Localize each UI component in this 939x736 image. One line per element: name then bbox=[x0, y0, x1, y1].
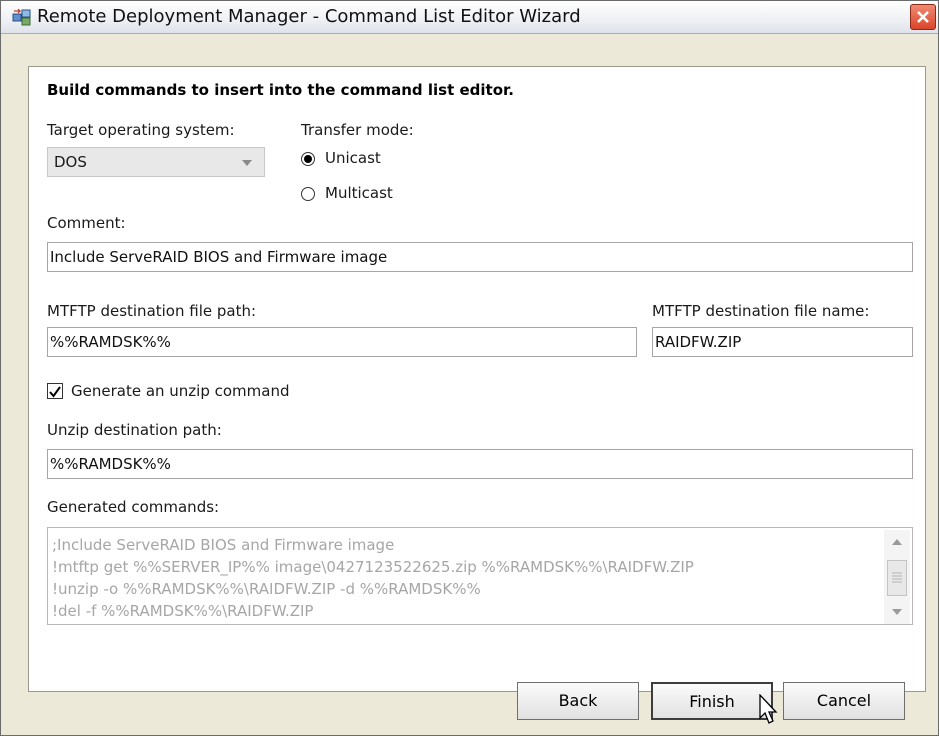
unicast-radio[interactable] bbox=[301, 152, 315, 166]
mouse-pointer-icon bbox=[759, 694, 778, 724]
target-os-label: Target operating system: bbox=[47, 121, 235, 139]
comment-input[interactable]: Include ServeRAID BIOS and Firmware imag… bbox=[47, 242, 913, 272]
unzip-checkbox[interactable] bbox=[47, 383, 63, 399]
comment-label: Comment: bbox=[47, 214, 126, 232]
target-os-select[interactable]: DOS bbox=[47, 147, 265, 177]
mtftp-path-input[interactable]: %%RAMDSK%% bbox=[47, 327, 637, 357]
generated-commands-label: Generated commands: bbox=[47, 498, 220, 516]
multicast-radio[interactable] bbox=[301, 187, 315, 201]
title-bar[interactable]: Remote Deployment Manager - Command List… bbox=[1, 1, 938, 34]
mtftp-path-label: MTFTP destination file path: bbox=[47, 302, 257, 320]
multicast-label[interactable]: Multicast bbox=[325, 184, 393, 202]
scroll-up-icon[interactable] bbox=[884, 530, 910, 554]
command-line: !mtftp get %%SERVER_IP%% image\042712352… bbox=[52, 558, 694, 576]
mtftp-name-input[interactable]: RAIDFW.ZIP bbox=[652, 327, 913, 357]
command-line: ;Include ServeRAID BIOS and Firmware ima… bbox=[52, 536, 395, 554]
unzip-path-label: Unzip destination path: bbox=[47, 421, 222, 439]
scroll-thumb[interactable] bbox=[887, 560, 907, 596]
command-line: !del -f %%RAMDSK%%\RAIDFW.ZIP bbox=[52, 602, 314, 620]
checkmark-icon bbox=[49, 386, 61, 398]
close-icon bbox=[917, 11, 929, 23]
close-button[interactable] bbox=[910, 4, 936, 30]
scroll-down-icon[interactable] bbox=[884, 600, 910, 624]
app-icon bbox=[12, 8, 32, 26]
vertical-scrollbar[interactable] bbox=[884, 530, 910, 624]
chevron-down-icon bbox=[242, 160, 252, 166]
mtftp-name-label: MTFTP destination file name: bbox=[652, 302, 870, 320]
command-line: !unzip -o %%RAMDSK%%\RAIDFW.ZIP -d %%RAM… bbox=[52, 580, 481, 598]
back-button[interactable]: Back bbox=[517, 682, 639, 720]
target-os-value: DOS bbox=[54, 153, 87, 171]
unzip-checkbox-label[interactable]: Generate an unzip command bbox=[71, 382, 290, 400]
unzip-path-input[interactable]: %%RAMDSK%% bbox=[47, 449, 913, 479]
generated-commands-textarea[interactable]: ;Include ServeRAID BIOS and Firmware ima… bbox=[47, 527, 913, 625]
finish-button[interactable]: Finish bbox=[651, 682, 773, 720]
wizard-window: Remote Deployment Manager - Command List… bbox=[0, 0, 939, 736]
transfer-mode-label: Transfer mode: bbox=[301, 121, 414, 139]
window-title: Remote Deployment Manager - Command List… bbox=[37, 6, 581, 27]
cancel-button[interactable]: Cancel bbox=[783, 682, 905, 720]
wizard-heading: Build commands to insert into the comman… bbox=[47, 81, 514, 99]
unicast-label[interactable]: Unicast bbox=[325, 149, 381, 167]
